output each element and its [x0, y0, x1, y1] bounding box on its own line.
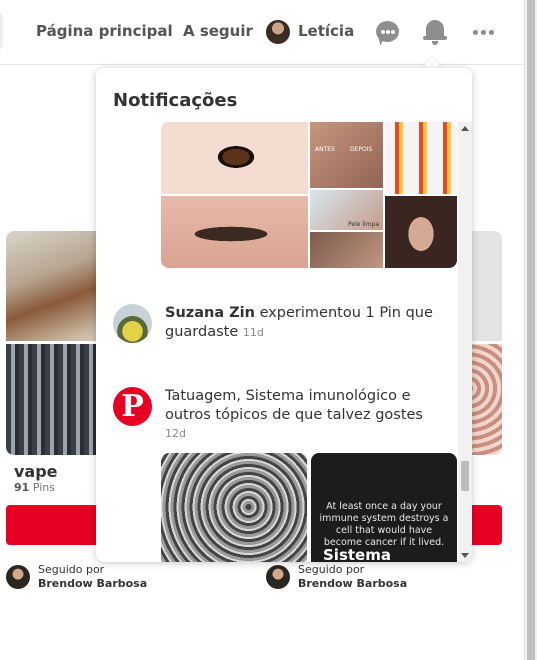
- scrollbar-thumb[interactable]: [461, 461, 469, 491]
- pin-mosaic[interactable]: ANTES DEPOIS Pele limpa: [161, 122, 457, 268]
- top-navigation: Página principal A seguir Letícia: [0, 0, 524, 65]
- followed-by: Seguido por Brendow Barbosa: [298, 563, 408, 591]
- followed-by: Seguido por Brendow Barbosa: [38, 563, 148, 591]
- user-avatar[interactable]: [113, 304, 152, 343]
- bell-icon[interactable]: [421, 18, 449, 46]
- avatar[interactable]: [6, 565, 30, 589]
- pin-image[interactable]: Pele limpa: [310, 190, 383, 230]
- pin-image[interactable]: [161, 122, 308, 194]
- pin-image-immune-system[interactable]: At least once a day your immune system d…: [311, 453, 457, 562]
- pin-image[interactable]: ANTES DEPOIS: [310, 122, 383, 188]
- notification-user[interactable]: Suzana Zin: [165, 305, 255, 321]
- chat-icon[interactable]: [374, 18, 402, 46]
- notification-time: 12d: [165, 427, 186, 440]
- notifications-list[interactable]: ANTES DEPOIS Pele limpa Suzana Zin exper…: [96, 122, 458, 562]
- following-link[interactable]: A seguir: [183, 22, 253, 40]
- pinterest-logo-icon: P: [113, 387, 152, 426]
- notifications-scrollbar[interactable]: [458, 122, 472, 562]
- followed-by-name[interactable]: Brendow Barbosa: [38, 577, 147, 591]
- scroll-up-icon[interactable]: [461, 126, 469, 131]
- notifications-panel: Notificações ANTES DEPOIS Pele limpa Suz…: [96, 68, 472, 562]
- profile-link[interactable]: Letícia: [298, 22, 354, 40]
- followed-by-name[interactable]: Brendow Barbosa: [298, 577, 407, 591]
- pin-image[interactable]: [161, 196, 308, 268]
- search-input[interactable]: [0, 12, 3, 50]
- pin-image[interactable]: [385, 196, 457, 268]
- notifications-title: Notificações: [113, 90, 238, 111]
- scrollbar-thumb[interactable]: [527, 0, 535, 660]
- avatar[interactable]: [266, 565, 290, 589]
- notification-time: 11d: [242, 326, 264, 339]
- pin-image-tattoo[interactable]: [161, 453, 307, 562]
- notification-text: Tatuagem, Sistema imunológico e outros t…: [165, 388, 423, 423]
- page-scrollbar[interactable]: [524, 0, 537, 660]
- pin-quote: At least once a day your immune system d…: [319, 501, 449, 548]
- profile-avatar[interactable]: [266, 20, 290, 44]
- more-icon[interactable]: [470, 18, 498, 46]
- pin-image[interactable]: [385, 122, 457, 194]
- board-title[interactable]: vape: [14, 462, 58, 481]
- home-link[interactable]: Página principal: [36, 22, 173, 40]
- pin-label: Sistema: [323, 546, 391, 562]
- board-pin-count: 91 Pins: [14, 481, 55, 494]
- scroll-down-icon[interactable]: [461, 553, 469, 558]
- pin-image[interactable]: [310, 232, 383, 268]
